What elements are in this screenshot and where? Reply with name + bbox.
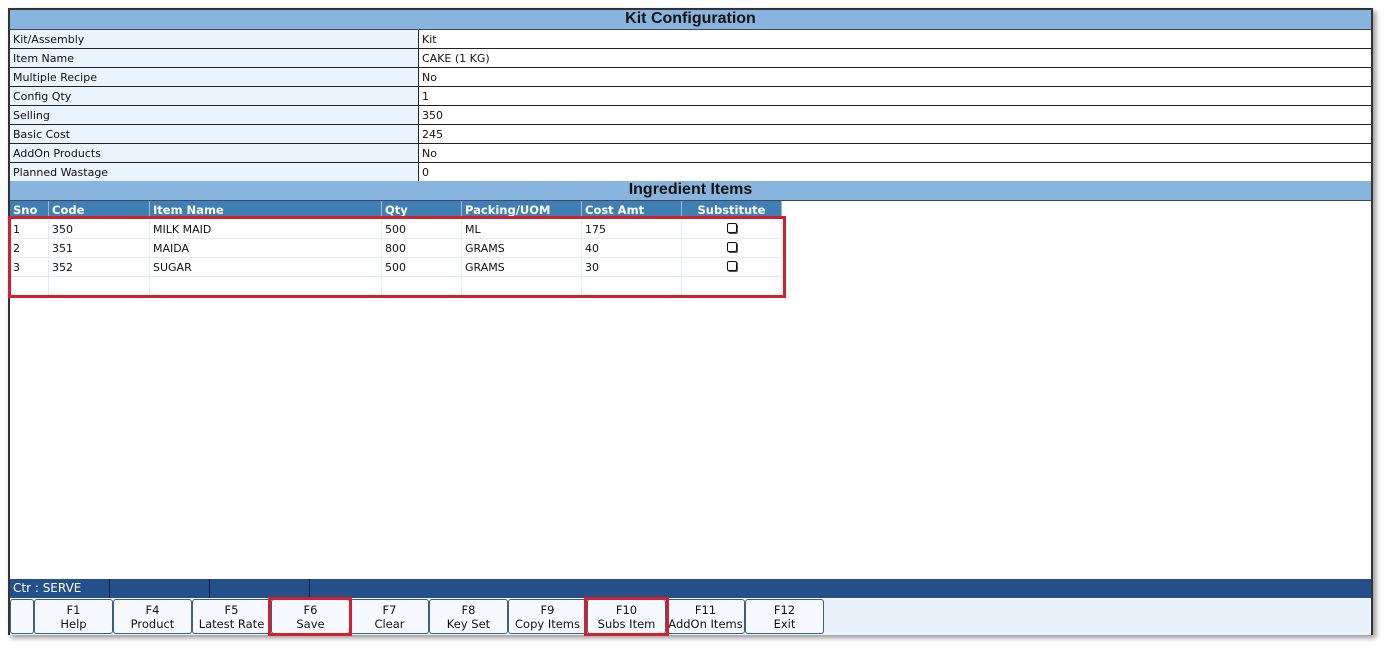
status-cell	[210, 579, 310, 598]
latest-rate-button[interactable]: F5 Latest Rate	[192, 599, 271, 634]
button-key: F5	[224, 603, 239, 617]
config-label: Kit/Assembly	[10, 30, 419, 48]
config-row: Config Qty 1	[10, 87, 1371, 106]
config-label: Multiple Recipe	[10, 68, 419, 86]
config-label: AddOn Products	[10, 144, 419, 162]
config-label: Planned Wastage	[10, 163, 419, 181]
highlight-box-subs-item	[584, 597, 669, 636]
config-table: Kit/Assembly Kit Item Name CAKE (1 KG) Multi…	[10, 30, 1371, 182]
counter-status: Ctr : SERVE	[10, 579, 110, 598]
button-key: F4	[145, 603, 160, 617]
addon-items-button[interactable]: F11 AddOn Items	[666, 599, 745, 634]
config-value[interactable]: 245	[419, 125, 1371, 143]
product-button[interactable]: F4 Product	[113, 599, 192, 634]
config-value[interactable]: No	[419, 144, 1371, 162]
help-button[interactable]: F1 Help	[34, 599, 113, 634]
config-value[interactable]: 1	[419, 87, 1371, 105]
status-bar: Ctr : SERVE	[10, 579, 1371, 598]
config-row: Basic Cost 245	[10, 125, 1371, 144]
clear-button[interactable]: F7 Clear	[350, 599, 429, 634]
config-label: Config Qty	[10, 87, 419, 105]
button-key: F7	[382, 603, 397, 617]
config-value[interactable]: CAKE (1 KG)	[419, 49, 1371, 67]
button-key: F11	[694, 603, 717, 617]
highlight-box-save	[268, 597, 352, 636]
button-key: F12	[773, 603, 796, 617]
config-label: Basic Cost	[10, 125, 419, 143]
exit-button[interactable]: F12 Exit	[745, 599, 824, 634]
config-label: Selling	[10, 106, 419, 124]
blank-button	[10, 599, 34, 634]
config-value[interactable]: No	[419, 68, 1371, 86]
config-row: Selling 350	[10, 106, 1371, 125]
button-label: AddOn Items	[668, 617, 743, 631]
button-key: F9	[540, 603, 555, 617]
config-row: Kit/Assembly Kit	[10, 30, 1371, 49]
button-key: F1	[66, 603, 81, 617]
button-label: Key Set	[446, 617, 491, 631]
config-row: Multiple Recipe No	[10, 68, 1371, 87]
function-key-bar: F1 Help F4 Product F5 Latest Rate F6 Save F7 Clea…	[10, 599, 1371, 635]
status-cell	[110, 579, 210, 598]
ingredients-title: Ingredient Items	[10, 181, 1371, 201]
copy-items-button[interactable]: F9 Copy Items	[508, 599, 587, 634]
config-row: AddOn Products No	[10, 144, 1371, 163]
button-label: Clear	[374, 617, 405, 631]
kit-configuration-window: Kit Configuration Kit/Assembly Kit Item Na…	[8, 8, 1373, 636]
config-row: Planned Wastage 0	[10, 163, 1371, 182]
config-value[interactable]: Kit	[419, 30, 1371, 48]
config-label: Item Name	[10, 49, 419, 67]
config-value[interactable]: 350	[419, 106, 1371, 124]
config-row: Item Name CAKE (1 KG)	[10, 49, 1371, 68]
button-key: F8	[461, 603, 476, 617]
page-title: Kit Configuration	[10, 10, 1371, 30]
key-set-button[interactable]: F8 Key Set	[429, 599, 508, 634]
config-value[interactable]: 0	[419, 163, 1371, 181]
button-label: Product	[130, 617, 175, 631]
button-label: Exit	[773, 617, 796, 631]
button-label: Help	[60, 617, 87, 631]
highlight-box-table	[8, 216, 786, 298]
button-label: Latest Rate	[198, 617, 265, 631]
button-label: Copy Items	[515, 617, 580, 631]
